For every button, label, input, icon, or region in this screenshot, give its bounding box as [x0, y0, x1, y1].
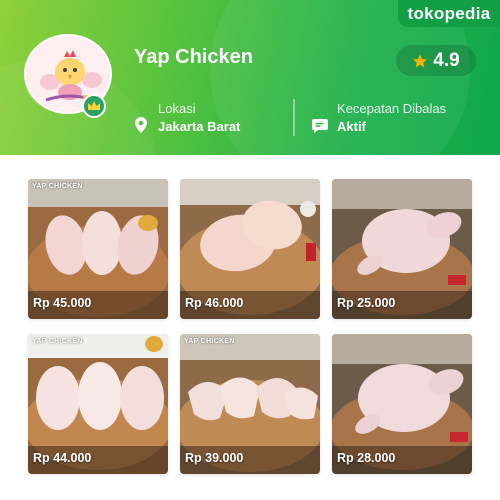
rating-badge[interactable]: 4.9	[396, 45, 476, 76]
rating-value: 4.9	[433, 49, 460, 71]
product-price: Rp 28.000	[337, 451, 396, 465]
product-brand-tag: YAP CHICKEN	[32, 338, 83, 345]
product-card[interactable]: Rp 25.000	[332, 179, 472, 319]
tokopedia-logo[interactable]: tokopedia	[398, 0, 500, 27]
product-price: Rp 46.000	[185, 296, 244, 310]
product-price: Rp 44.000	[33, 451, 92, 465]
chicken-mascot-icon	[26, 36, 110, 112]
location-label: Lokasi	[158, 101, 196, 116]
product-card[interactable]: Rp 28.000	[332, 334, 472, 474]
product-price: Rp 25.000	[337, 296, 396, 310]
star-icon	[413, 53, 428, 67]
product-card[interactable]: YAP CHICKEN Rp 44.000	[28, 334, 168, 474]
product-price: Rp 45.000	[33, 296, 92, 310]
product-card[interactable]: YAP CHICKEN Rp 39.000	[180, 334, 320, 474]
product-grid: YAP CHICKEN Rp 45.000 Rp 46.000 Rp 25.00…	[0, 155, 500, 500]
response-speed-value: Aktif	[337, 119, 366, 134]
location-value: Jakarta Barat	[158, 119, 241, 134]
product-price: Rp 39.000	[185, 451, 244, 465]
product-brand-tag: YAP CHICKEN	[32, 183, 83, 190]
product-brand-tag: YAP CHICKEN	[184, 338, 235, 345]
shop-avatar[interactable]	[24, 34, 112, 114]
shop-name[interactable]: Yap Chicken	[134, 46, 253, 69]
chat-bubble-icon	[312, 119, 328, 133]
verified-badge	[82, 94, 106, 118]
info-divider	[293, 99, 295, 136]
product-card[interactable]: Rp 46.000	[180, 179, 320, 319]
response-speed-label: Kecepatan Dibalas	[337, 101, 447, 116]
product-card[interactable]: YAP CHICKEN Rp 45.000	[28, 179, 168, 319]
crown-badge-icon	[88, 101, 100, 110]
shop-header: tokopedia Yap Chicken 4.9 Lokasi Jakarta…	[0, 0, 500, 155]
location-pin-icon	[135, 117, 147, 133]
